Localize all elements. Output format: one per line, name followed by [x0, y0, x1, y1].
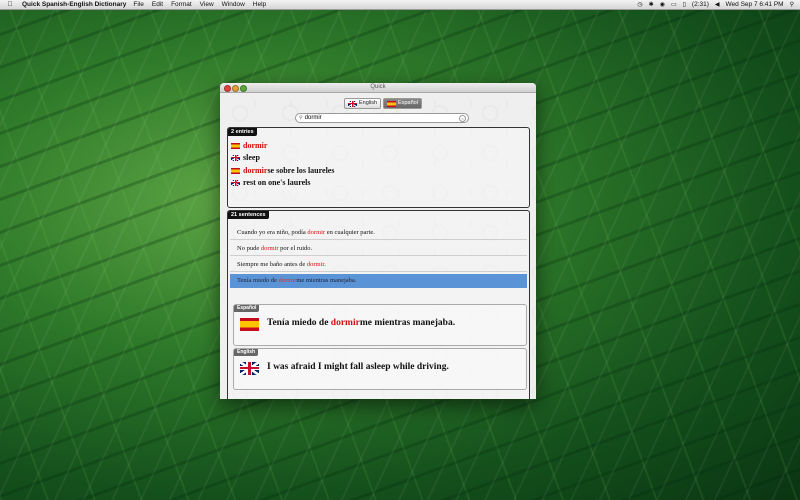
- menu-edit[interactable]: Edit: [152, 1, 163, 8]
- spanish-label: Español: [234, 305, 260, 312]
- spanish-sentence: Tenía miedo de dormirme mientras manejab…: [267, 318, 455, 328]
- menubar-clock[interactable]: Wed Sep 7 6:41 PM: [726, 1, 784, 8]
- spanish-sentence-box: Español Tenía miedo de dormirme mientras…: [233, 304, 527, 346]
- sentence-text: .: [324, 261, 326, 268]
- sentence-text: me mientras manejaba.: [359, 318, 456, 328]
- quick-window: Quick English Español ⚲ dormir × 2 entri…: [220, 83, 536, 399]
- sentence-text: No pude: [237, 245, 261, 252]
- sentence-highlight: dormir: [260, 245, 279, 252]
- volume-icon[interactable]: ◀: [715, 1, 720, 8]
- sentence-highlight: dormir: [307, 229, 326, 236]
- english-button-label: English: [359, 100, 378, 106]
- close-button[interactable]: [224, 85, 231, 92]
- wifi-icon[interactable]: ◉: [660, 1, 665, 8]
- entry-text: sleep: [243, 153, 260, 162]
- entries-panel: 2 entries dormir sleep dormirse sobre lo…: [227, 127, 530, 208]
- sentence-highlight: dormir: [306, 261, 325, 268]
- entry-highlight: dormir: [243, 166, 268, 175]
- bluetooth-icon[interactable]: ✱: [649, 1, 654, 8]
- time-machine-icon[interactable]: ◷: [637, 1, 642, 8]
- spanish-button[interactable]: Español: [383, 98, 422, 109]
- english-sentence: I was afraid I might fall asleep while d…: [267, 362, 449, 372]
- sentence-row[interactable]: Siempre me baño antes de dormir.: [230, 258, 527, 272]
- menu-app-name[interactable]: Quick Spanish-English Dictionary: [22, 1, 126, 8]
- window-title: Quick: [370, 84, 386, 90]
- english-button[interactable]: English: [344, 98, 382, 109]
- entry-row[interactable]: dormirse sobre los laureles: [231, 166, 334, 175]
- menu-format[interactable]: Format: [171, 1, 192, 8]
- english-sentence-box: English I was afraid I might fall asleep…: [233, 348, 527, 390]
- title-bar[interactable]: Quick: [220, 83, 536, 93]
- uk-flag-icon: [231, 179, 240, 186]
- search-icon: ⚲: [299, 115, 303, 121]
- entry-text: se sobre los laureles: [267, 166, 335, 175]
- clear-search-icon[interactable]: ×: [459, 114, 466, 122]
- spanish-button-label: Español: [398, 100, 418, 106]
- sentence-highlight: dormir: [330, 318, 360, 328]
- menu-view[interactable]: View: [200, 1, 214, 8]
- sentence-text: Cuando yo era niño, podía: [237, 229, 308, 236]
- uk-flag-icon: [348, 100, 357, 107]
- entry-text: rest on one's laurels: [243, 178, 311, 187]
- spain-flag-icon: [231, 167, 240, 174]
- apple-icon[interactable]: : [6, 1, 14, 8]
- menu-file[interactable]: File: [133, 1, 143, 8]
- battery-time: (2:31): [691, 1, 709, 8]
- sentence-row[interactable]: No pude dormir por el ruido.: [230, 242, 527, 256]
- status-area: ◷ ✱ ◉ ▭ ▯ (2:31) ◀ Wed Sep 7 6:41 PM ⚲: [637, 1, 794, 8]
- sentences-panel: 21 sentences Cuando yo era niño, podía d…: [227, 210, 530, 399]
- sentence-text: Siempre me baño antes de: [237, 261, 307, 268]
- sentence-text: Tenía miedo de: [237, 277, 279, 284]
- sentence-highlight: dormir: [278, 277, 297, 284]
- entry-row[interactable]: sleep: [231, 153, 260, 162]
- language-selector: English Español: [344, 98, 422, 109]
- entries-count-badge: 2 entries: [228, 128, 257, 136]
- uk-flag-icon: [231, 154, 240, 161]
- spain-flag-icon: [231, 142, 240, 149]
- window-content: English Español ⚲ dormir × 2 entries dor…: [220, 93, 536, 399]
- menu-help[interactable]: Help: [253, 1, 266, 8]
- sentence-text: por el ruido.: [278, 245, 313, 252]
- spain-flag-icon: [387, 100, 397, 107]
- spain-flag-icon: [240, 318, 259, 331]
- zoom-button[interactable]: [240, 85, 247, 92]
- spotlight-icon[interactable]: ⚲: [790, 1, 794, 8]
- entry-row[interactable]: rest on one's laurels: [231, 178, 310, 187]
- entry-highlight: dormir: [243, 141, 268, 150]
- minimize-button[interactable]: [232, 85, 239, 92]
- sentence-text: en cualquier parte.: [325, 229, 375, 236]
- sentences-count-badge: 21 sentences: [228, 211, 269, 219]
- sentence-text: me mientras manejaba.: [296, 277, 357, 284]
- display-icon[interactable]: ▭: [671, 1, 677, 8]
- entry-row[interactable]: dormir: [231, 141, 267, 150]
- menu-window[interactable]: Window: [222, 1, 245, 8]
- sentence-row-selected[interactable]: Tenía miedo de dormirme mientras manejab…: [230, 274, 527, 288]
- menu-bar:  Quick Spanish-English Dictionary File …: [0, 0, 800, 10]
- battery-icon[interactable]: ▯: [683, 1, 686, 8]
- english-label: English: [234, 349, 259, 356]
- sentence-text: Tenía miedo de: [267, 318, 331, 328]
- search-field[interactable]: ⚲ dormir ×: [295, 113, 469, 123]
- search-input[interactable]: dormir: [305, 114, 322, 122]
- sentence-row[interactable]: Cuando yo era niño, podía dormir en cual…: [230, 226, 527, 240]
- uk-flag-icon: [240, 362, 259, 375]
